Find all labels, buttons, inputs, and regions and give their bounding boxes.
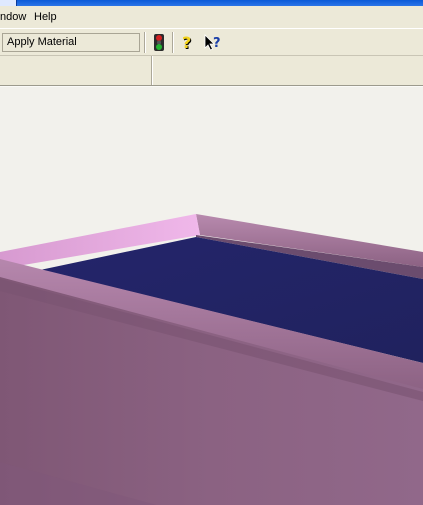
svg-text:?: ? [213, 36, 221, 51]
app-window: ndow Help Apply Material ? ? ? [0, 0, 423, 505]
menu-bar: ndow Help [0, 6, 423, 28]
panel-divider[interactable] [151, 56, 153, 85]
menu-help[interactable]: Help [34, 11, 57, 23]
toolbar-separator [172, 32, 174, 53]
property-panel-strip [0, 56, 423, 86]
help-icon[interactable]: ? ? [179, 32, 199, 53]
toolbar-separator [144, 32, 146, 53]
toolbar: Apply Material ? ? ? [0, 28, 423, 56]
command-status-field: Apply Material [2, 33, 140, 52]
3d-viewport[interactable] [0, 86, 423, 505]
context-help-icon[interactable]: ? [202, 32, 222, 53]
traffic-light-icon[interactable] [149, 32, 169, 53]
menu-window[interactable]: ndow [0, 11, 26, 23]
svg-text:?: ? [182, 33, 191, 52]
